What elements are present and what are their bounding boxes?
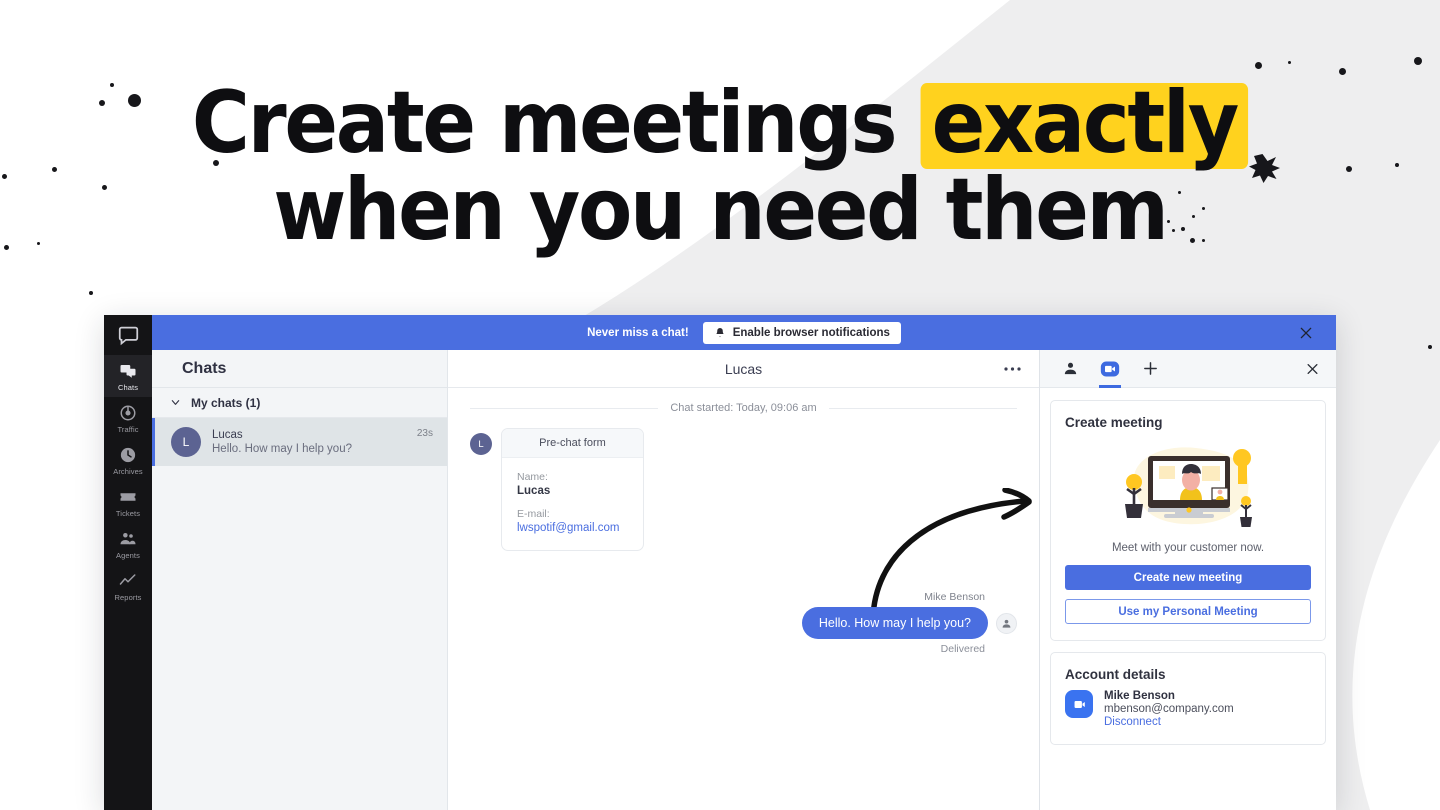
create-meeting-title: Create meeting [1065, 415, 1163, 430]
agents-icon [104, 530, 152, 549]
person-icon [1064, 362, 1076, 375]
sidebar-item-reports[interactable]: Reports [104, 565, 152, 607]
account-email: mbenson@company.com [1104, 703, 1234, 715]
sidebar-item-agents[interactable]: Agents [104, 523, 152, 565]
sidebar-item-label: Agents [116, 551, 140, 560]
chat-started-divider: Chat started: Today, 09:06 am [470, 402, 1017, 414]
list-item[interactable]: L Lucas Hello. How may I help you? 23s [152, 418, 447, 466]
zoom-icon [1065, 690, 1093, 718]
bell-icon [715, 327, 724, 337]
app-main: Never miss a chat! Enable browser notifi… [152, 315, 1336, 810]
conversation-body: Chat started: Today, 09:06 am L Pre-chat… [448, 388, 1039, 810]
app-body: Chats My chats (1) L Lucas Hello. How ma… [152, 350, 1336, 810]
outgoing-message-line: Hello. How may I help you? [801, 607, 1017, 639]
create-meeting-subtitle: Meet with your customer now. [1111, 542, 1265, 554]
pre-chat-form-header: Pre-chat form [502, 429, 643, 458]
pre-chat-email-value[interactable]: lwspotif@gmail.com [517, 522, 628, 534]
more-options-icon[interactable] [1004, 366, 1021, 371]
chats-icon [104, 362, 152, 381]
archives-icon [104, 446, 152, 465]
sidebar-item-label: Archives [113, 467, 143, 476]
sidebar-item-chats[interactable]: Chats [104, 355, 152, 397]
pre-chat-name-label: Name: [517, 471, 548, 483]
sidebar-item-label: Traffic [117, 425, 139, 434]
account-details-title: Account details [1065, 667, 1166, 682]
account-info: Mike Benson mbenson@company.com Disconne… [1104, 690, 1234, 728]
tickets-icon [104, 488, 152, 507]
chat-list-title: Chats [152, 350, 447, 388]
account-row: Mike Benson mbenson@company.com Disconne… [1065, 690, 1311, 728]
zoom-video-icon [1100, 361, 1120, 376]
sidebar-item-traffic[interactable]: Traffic [104, 397, 152, 439]
sidebar-item-tickets[interactable]: Tickets [104, 481, 152, 523]
panel-content: Create meeting Meet with your customer n… [1040, 388, 1336, 810]
outgoing-message-row: Mike Benson Hello. How may I help you? D… [801, 591, 1017, 655]
enable-notifications-button[interactable]: Enable browser notifications [702, 321, 901, 344]
banner-text: Never miss a chat! [587, 326, 689, 339]
pre-chat-form-body: Name: Lucas E-mail: lwspotif@gmail.com [502, 458, 643, 550]
create-new-meeting-button[interactable]: Create new meeting [1065, 565, 1311, 590]
chevron-down-icon [171, 400, 180, 405]
livechat-logo-icon[interactable] [104, 315, 152, 355]
app-window: Chats Traffic Archives Tickets Agents Re… [104, 315, 1336, 810]
my-chats-group-header[interactable]: My chats (1) [152, 388, 447, 418]
tab-add-app[interactable] [1136, 350, 1164, 388]
reports-icon [104, 572, 152, 591]
sidebar-item-archives[interactable]: Archives [104, 439, 152, 481]
sidebar-item-label: Chats [117, 383, 139, 392]
conversation-header: Lucas [448, 350, 1039, 388]
tab-zoom-meeting[interactable] [1096, 350, 1124, 388]
page-title: Create meetings exactly when you need th… [58, 80, 1383, 261]
create-meeting-card: Create meeting Meet with your customer n… [1050, 400, 1326, 641]
avatar: L [171, 427, 201, 457]
headline-highlight: exactly [920, 80, 1249, 170]
my-chats-group-label: My chats (1) [191, 395, 261, 410]
sidebar-item-label: Tickets [115, 509, 141, 518]
banner-close-icon[interactable] [1298, 325, 1314, 341]
chat-item-time: 23s [416, 428, 433, 439]
sidebar-item-label: Reports [114, 593, 142, 602]
video-call-illustration [1065, 438, 1311, 534]
chat-item-body: Lucas Hello. How may I help you? [212, 429, 406, 455]
outgoing-message-author: Mike Benson [924, 591, 985, 603]
notification-banner: Never miss a chat! Enable browser notifi… [152, 315, 1336, 350]
panel-close-icon[interactable] [1305, 361, 1320, 376]
pre-chat-email-label: E-mail: [517, 508, 550, 520]
agent-avatar-icon [996, 612, 1017, 634]
chat-item-snippet: Hello. How may I help you? [212, 443, 352, 455]
sidebar-rail: Chats Traffic Archives Tickets Agents Re… [104, 315, 152, 810]
tab-customer-details[interactable] [1056, 350, 1084, 388]
panel-tab-bar [1040, 350, 1336, 388]
enable-notifications-label: Enable browser notifications [732, 326, 890, 339]
avatar: L [470, 433, 492, 455]
headline-text-pre: Create meetings [191, 73, 921, 173]
headline-line-2: when you need them [273, 160, 1169, 261]
details-panel: Create meeting Meet with your customer n… [1040, 350, 1336, 810]
account-name: Mike Benson [1104, 690, 1175, 702]
conversation-panel: Lucas Chat started: Today, 09:06 am L Pr… [448, 350, 1040, 810]
disconnect-link[interactable]: Disconnect [1104, 716, 1234, 728]
chat-item-name: Lucas [212, 429, 243, 441]
page-root: Create meetings exactly when you need th… [0, 0, 1440, 810]
plus-icon [1143, 362, 1157, 375]
chat-list-panel: Chats My chats (1) L Lucas Hello. How ma… [152, 350, 448, 810]
pre-chat-form-card: Pre-chat form Name: Lucas E-mail: lwspot… [501, 428, 644, 551]
headline-line-1: Create meetings exactly [58, 80, 1383, 170]
outgoing-message-bubble: Hello. How may I help you? [801, 607, 988, 639]
traffic-icon [104, 404, 152, 423]
pre-chat-name-value: Lucas [517, 485, 551, 497]
conversation-title: Lucas [724, 360, 763, 377]
use-personal-meeting-button[interactable]: Use my Personal Meeting [1065, 599, 1311, 624]
incoming-message-row: L Pre-chat form Name: Lucas E-mail: lwsp… [470, 428, 1017, 551]
account-details-card: Account details Mike Benson mbenson@comp… [1050, 652, 1326, 745]
message-status: Delivered [940, 643, 985, 655]
chat-started-label: Chat started: Today, 09:06 am [670, 402, 817, 414]
